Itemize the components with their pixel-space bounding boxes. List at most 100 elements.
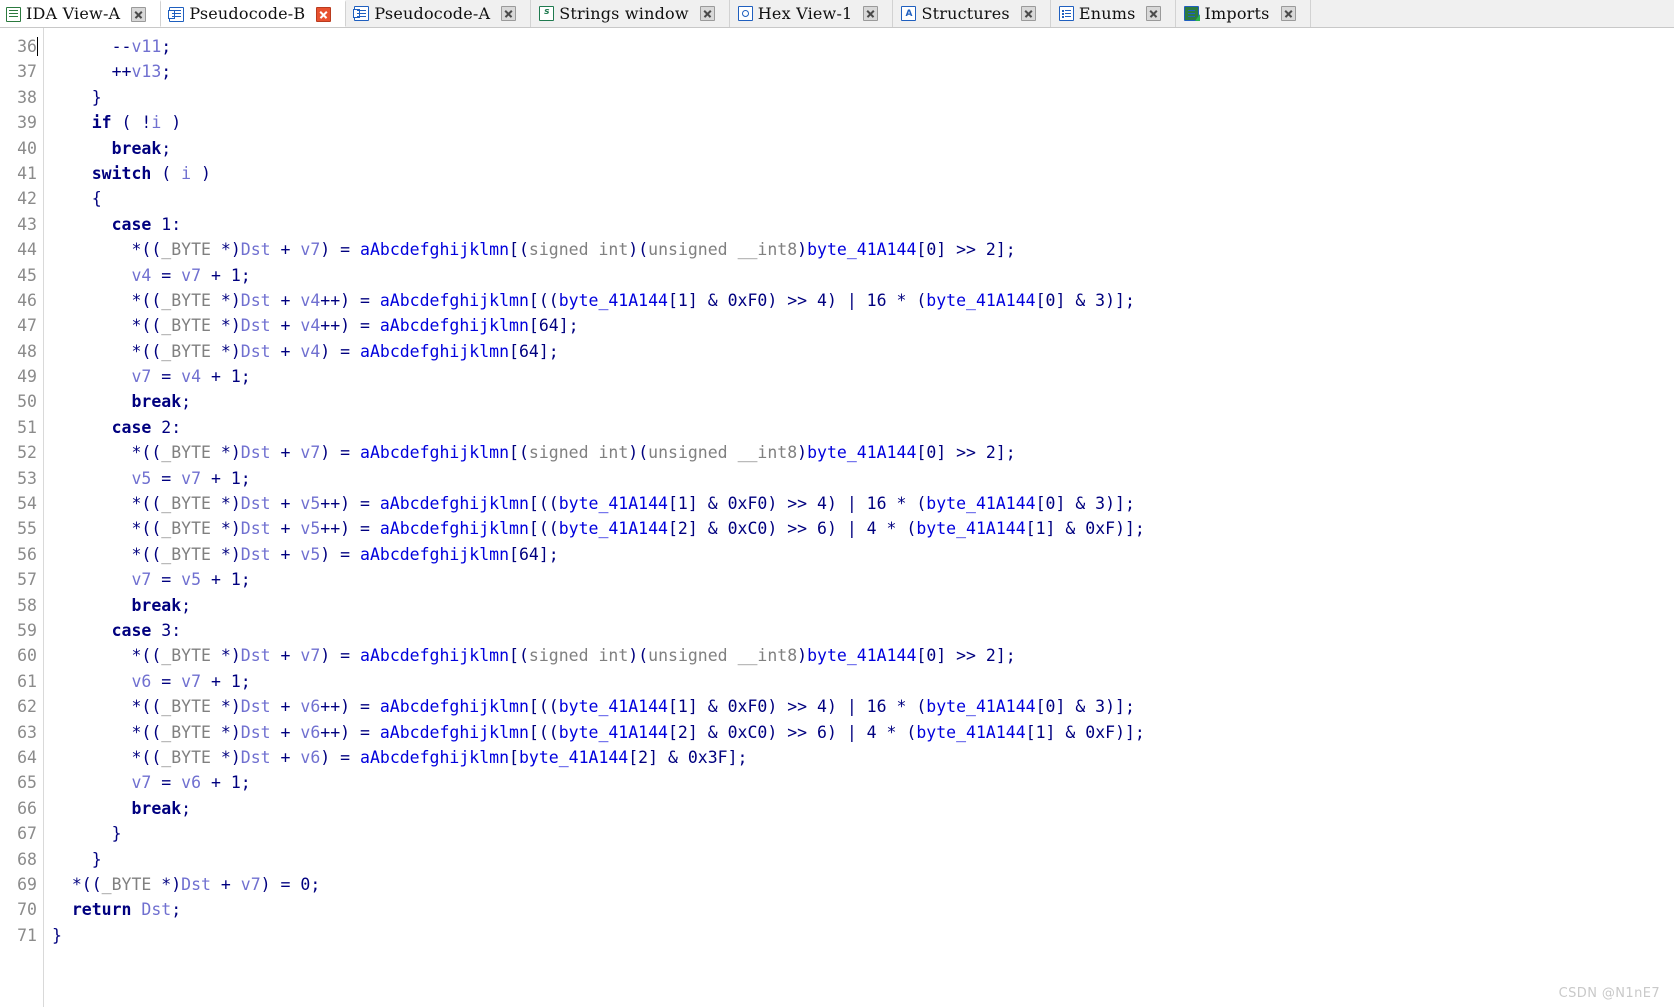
line-number: 55 [17,519,37,539]
tab-pseudocode-a[interactable]: Pseudocode-A [346,0,532,27]
strings-icon [539,5,555,21]
line-number: 65 [17,773,37,793]
tab-pseudocode-b[interactable]: Pseudocode-B [161,0,347,27]
line-number-gutter: 36 37 38 39 40 41 42 43 44 45 46 47 48 49 50 51 52 53 54 55… [0,28,44,1007]
code-line[interactable]: v6 = v7 + 1; [52,669,1674,694]
line-number: 59 [17,620,37,640]
code-line[interactable]: break; [52,796,1674,821]
tab-label: Pseudocode-A [374,3,491,23]
tab-label: Imports [1204,3,1270,23]
code-line[interactable]: *((_BYTE *)Dst + v7) = aAbcdefghijklmn[(… [52,237,1674,262]
line-number: 63 [17,722,37,742]
code-line[interactable]: *((_BYTE *)Dst + v4) = aAbcdefghijklmn[6… [52,339,1674,364]
close-icon[interactable] [1146,6,1162,21]
tab-label: IDA View-A [26,4,121,23]
code-line[interactable]: *((_BYTE *)Dst + v5) = aAbcdefghijklmn[6… [52,542,1674,567]
close-icon[interactable] [1280,6,1296,21]
line-number: 38 [17,87,37,107]
enums-icon [1058,6,1074,21]
close-icon[interactable] [699,6,715,21]
line-number: 68 [17,849,37,869]
code-line[interactable]: v7 = v4 + 1; [52,364,1674,389]
close-icon[interactable] [1020,6,1036,21]
code-line[interactable]: --v11; [52,34,1674,59]
line-number: 53 [17,468,37,488]
close-icon[interactable] [501,6,517,21]
code-line[interactable]: switch ( i ) [52,161,1674,186]
close-icon[interactable] [316,6,332,22]
hex-view-icon [737,6,753,21]
pseudocode-icon [353,6,370,21]
line-number: 64 [17,747,37,767]
close-icon[interactable] [863,6,879,21]
structures-icon [901,6,917,21]
tab-label: Pseudocode-B [189,4,306,23]
line-number: 56 [17,544,37,564]
code-line[interactable]: *((_BYTE *)Dst + v6++) = aAbcdefghijklmn… [52,694,1674,719]
code-line[interactable]: v5 = v7 + 1; [52,466,1674,491]
line-number: 50 [17,392,37,412]
tab-hex-view-1[interactable]: Hex View-1 [729,0,894,27]
line-number: 54 [17,494,37,514]
code-line[interactable]: return Dst; [52,897,1674,922]
tab-ida-view-a[interactable]: IDA View-A [0,0,162,27]
code-line[interactable]: v4 = v7 + 1; [52,263,1674,288]
code-line[interactable]: break; [52,389,1674,414]
code-line[interactable]: *((_BYTE *)Dst + v4++) = aAbcdefghijklmn… [52,288,1674,313]
code-line[interactable]: v7 = v5 + 1; [52,567,1674,592]
tab-structures[interactable]: Structures [893,0,1051,27]
line-number: 71 [17,925,37,945]
line-number: 43 [17,214,37,234]
watermark: CSDN @N1nE7 [1558,986,1660,1001]
code-line[interactable]: *((_BYTE *)Dst + v5++) = aAbcdefghijklmn… [52,491,1674,516]
tab-imports[interactable]: Imports [1176,0,1311,27]
code-line[interactable]: break; [52,136,1674,161]
close-icon[interactable] [131,6,147,22]
line-number: 37 [17,62,37,82]
code-line[interactable]: case 1: [52,212,1674,237]
line-number: 60 [17,646,37,666]
pseudocode-icon [168,6,185,22]
line-number: 48 [17,341,37,361]
code-line[interactable]: *((_BYTE *)Dst + v7) = aAbcdefghijklmn[(… [52,440,1674,465]
tab-label: Strings window [559,3,689,23]
code-line[interactable]: *((_BYTE *)Dst + v5++) = aAbcdefghijklmn… [52,516,1674,541]
line-number: 41 [17,163,37,183]
tab-bar: IDA View-A Pseudocode-B Pseudocode-A String… [0,0,1674,28]
line-number: 45 [17,265,37,285]
code-line[interactable]: } [52,85,1674,110]
code-line[interactable]: v7 = v6 + 1; [52,770,1674,795]
tab-enums[interactable]: Enums [1050,0,1177,27]
line-number: 52 [17,443,37,463]
line-number: 44 [17,240,37,260]
code-line[interactable]: case 3: [52,618,1674,643]
code-line[interactable]: *((_BYTE *)Dst + v6++) = aAbcdefghijklmn… [52,720,1674,745]
tab-label: Enums [1078,3,1136,23]
editor-right-edge [1668,28,1674,1007]
line-number: 42 [17,189,37,209]
code-line[interactable]: *((_BYTE *)Dst + v7) = 0; [52,872,1674,897]
pseudocode-editor[interactable]: 36 37 38 39 40 41 42 43 44 45 46 47 48 49 50 51 52 53 54 55… [0,28,1674,1007]
code-line[interactable]: *((_BYTE *)Dst + v4++) = aAbcdefghijklmn… [52,313,1674,338]
code-line[interactable]: *((_BYTE *)Dst + v6) = aAbcdefghijklmn[b… [52,745,1674,770]
code-line[interactable]: if ( !i ) [52,110,1674,135]
code-line[interactable]: break; [52,593,1674,618]
code-content[interactable]: --v11; ++v13; } if ( !i ) break; switch … [44,28,1674,1007]
line-number: 40 [17,138,37,158]
line-number: 46 [17,290,37,310]
code-line[interactable]: ++v13; [52,59,1674,84]
code-line[interactable]: } [52,923,1674,948]
imports-icon [1184,6,1201,21]
line-number: 62 [17,697,37,717]
code-line[interactable]: } [52,821,1674,846]
line-number: 47 [17,316,37,336]
line-number: 49 [17,367,37,387]
tab-strings-window[interactable]: Strings window [531,0,730,27]
line-number: 66 [17,798,37,818]
code-line[interactable]: } [52,847,1674,872]
code-line[interactable]: case 2: [52,415,1674,440]
code-line[interactable]: *((_BYTE *)Dst + v7) = aAbcdefghijklmn[(… [52,643,1674,668]
line-number: 61 [17,671,37,691]
line-number: 51 [17,417,37,437]
code-line[interactable]: { [52,186,1674,211]
